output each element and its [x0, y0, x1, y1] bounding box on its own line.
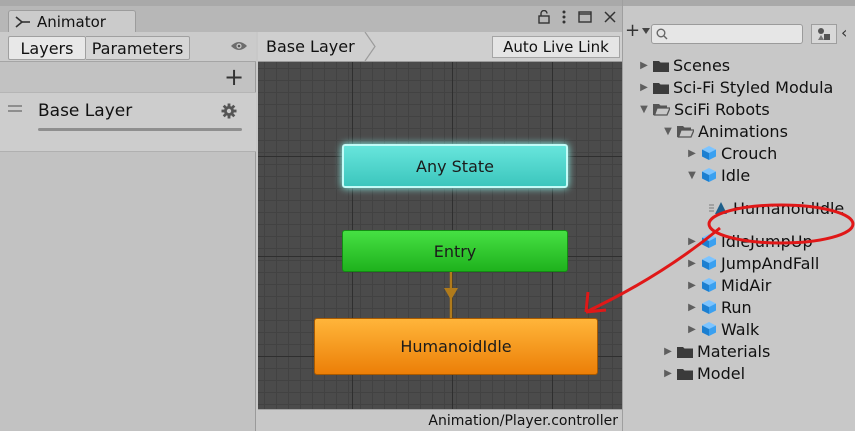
filter-type-icon — [818, 28, 830, 40]
project-top-strip — [623, 0, 855, 6]
plus-icon: + — [625, 20, 641, 41]
tree-item-label: Animations — [698, 121, 788, 141]
folder-icon — [653, 81, 669, 94]
tree-item[interactable]: ▶ Model — [637, 362, 844, 384]
animator-tab-bar: Animator — [0, 6, 622, 32]
collapsed-arrow-icon[interactable]: ▶ — [685, 324, 699, 335]
breadcrumb-chevron-icon — [364, 32, 376, 61]
state-machine-graph[interactable]: Any State Entry HumanoidIdle — [258, 62, 622, 409]
lock-icon[interactable] — [538, 10, 550, 24]
folder-open-icon — [653, 103, 670, 116]
tree-item-label: Scenes — [673, 55, 731, 75]
eye-icon[interactable] — [230, 40, 248, 52]
animator-tab[interactable]: Animator — [8, 10, 136, 32]
tree-item-label: Crouch — [721, 143, 778, 163]
model-prefab-icon — [701, 145, 717, 161]
breadcrumb[interactable]: Base Layer — [258, 32, 369, 61]
window-controls — [538, 10, 616, 24]
gear-icon[interactable] — [221, 103, 237, 119]
dropdown-arrow-icon — [642, 27, 651, 34]
tree-item-label: Materials — [697, 341, 771, 361]
layer-row[interactable]: Base Layer — [0, 92, 256, 152]
folder-open-icon — [677, 125, 694, 138]
create-menu-button[interactable]: + — [625, 20, 651, 41]
tree-item-label: SciFi Robots — [674, 99, 770, 119]
toolbar-overflow-icon[interactable]: ‹ — [841, 23, 847, 42]
model-prefab-icon — [701, 321, 717, 337]
folder-icon — [653, 59, 669, 72]
tree-item-label: Idle — [721, 165, 751, 185]
controller-path: Animation/Player.controller — [428, 413, 618, 429]
expanded-arrow-icon[interactable]: ▼ — [685, 170, 699, 181]
filter-by-type-button[interactable] — [811, 24, 837, 44]
expanded-arrow-icon[interactable]: ▼ — [661, 126, 675, 137]
search-input[interactable] — [651, 24, 803, 44]
collapsed-arrow-icon[interactable]: ▶ — [637, 60, 651, 71]
kebab-menu-icon[interactable] — [562, 10, 566, 24]
state-node-humanoid-idle[interactable]: HumanoidIdle — [314, 318, 598, 375]
highlight-ellipse — [707, 203, 855, 245]
tree-item-label: Run — [721, 297, 752, 317]
state-node-entry[interactable]: Entry — [342, 230, 568, 272]
collapsed-arrow-icon[interactable]: ▶ — [661, 368, 675, 379]
status-bar: Animation/Player.controller — [258, 409, 622, 431]
tree-item[interactable]: ▶ Materials — [637, 340, 844, 362]
folder-icon — [677, 367, 693, 380]
left-tab-bar: Layers Parameters — [0, 32, 256, 62]
layers-panel: Layers Parameters + Base Layer — [0, 32, 256, 431]
animator-tab-title: Animator — [37, 12, 106, 31]
close-icon[interactable] — [604, 11, 616, 23]
collapsed-arrow-icon[interactable]: ▶ — [637, 82, 651, 93]
tree-item-label: JumpAndFall — [721, 253, 820, 273]
folder-icon — [677, 345, 693, 358]
tree-item[interactable]: ▶ Sci-Fi Styled Modula — [637, 76, 844, 98]
layer-weight-bar — [38, 128, 242, 131]
tree-item-label: Model — [697, 363, 746, 383]
pointer-arrow — [584, 226, 721, 314]
collapsed-arrow-icon[interactable]: ▶ — [685, 148, 699, 159]
tree-item[interactable]: ▶ Walk — [637, 318, 844, 340]
model-prefab-icon — [701, 167, 717, 183]
expanded-arrow-icon[interactable]: ▼ — [637, 104, 651, 115]
collapsed-arrow-icon[interactable]: ▶ — [661, 346, 675, 357]
graph-header: Base Layer Auto Live Link — [258, 32, 622, 62]
tree-item-label: Walk — [721, 319, 760, 339]
tab-parameters[interactable]: Parameters — [86, 36, 190, 60]
layer-name: Base Layer — [38, 101, 133, 121]
tree-item-label: MidAir — [721, 275, 772, 295]
state-node-any-state[interactable]: Any State — [342, 144, 568, 188]
entry-transition-arrow[interactable] — [436, 272, 466, 318]
drag-handle-icon[interactable] — [8, 105, 22, 115]
search-icon — [656, 28, 668, 40]
animator-icon — [15, 15, 31, 29]
auto-live-link-button[interactable]: Auto Live Link — [492, 36, 620, 58]
tree-item[interactable]: ▼ Idle — [637, 164, 844, 186]
maximize-icon[interactable] — [578, 11, 592, 23]
add-layer-icon[interactable]: + — [224, 65, 244, 89]
tree-item[interactable]: ▶ Scenes — [637, 54, 844, 76]
tree-item[interactable]: ▶ Crouch — [637, 142, 844, 164]
tree-item[interactable]: ▼ Animations — [637, 120, 844, 142]
tab-layers[interactable]: Layers — [8, 36, 86, 60]
tree-item[interactable]: ▼ SciFi Robots — [637, 98, 844, 120]
tree-item-label: Sci-Fi Styled Modula — [673, 77, 834, 97]
